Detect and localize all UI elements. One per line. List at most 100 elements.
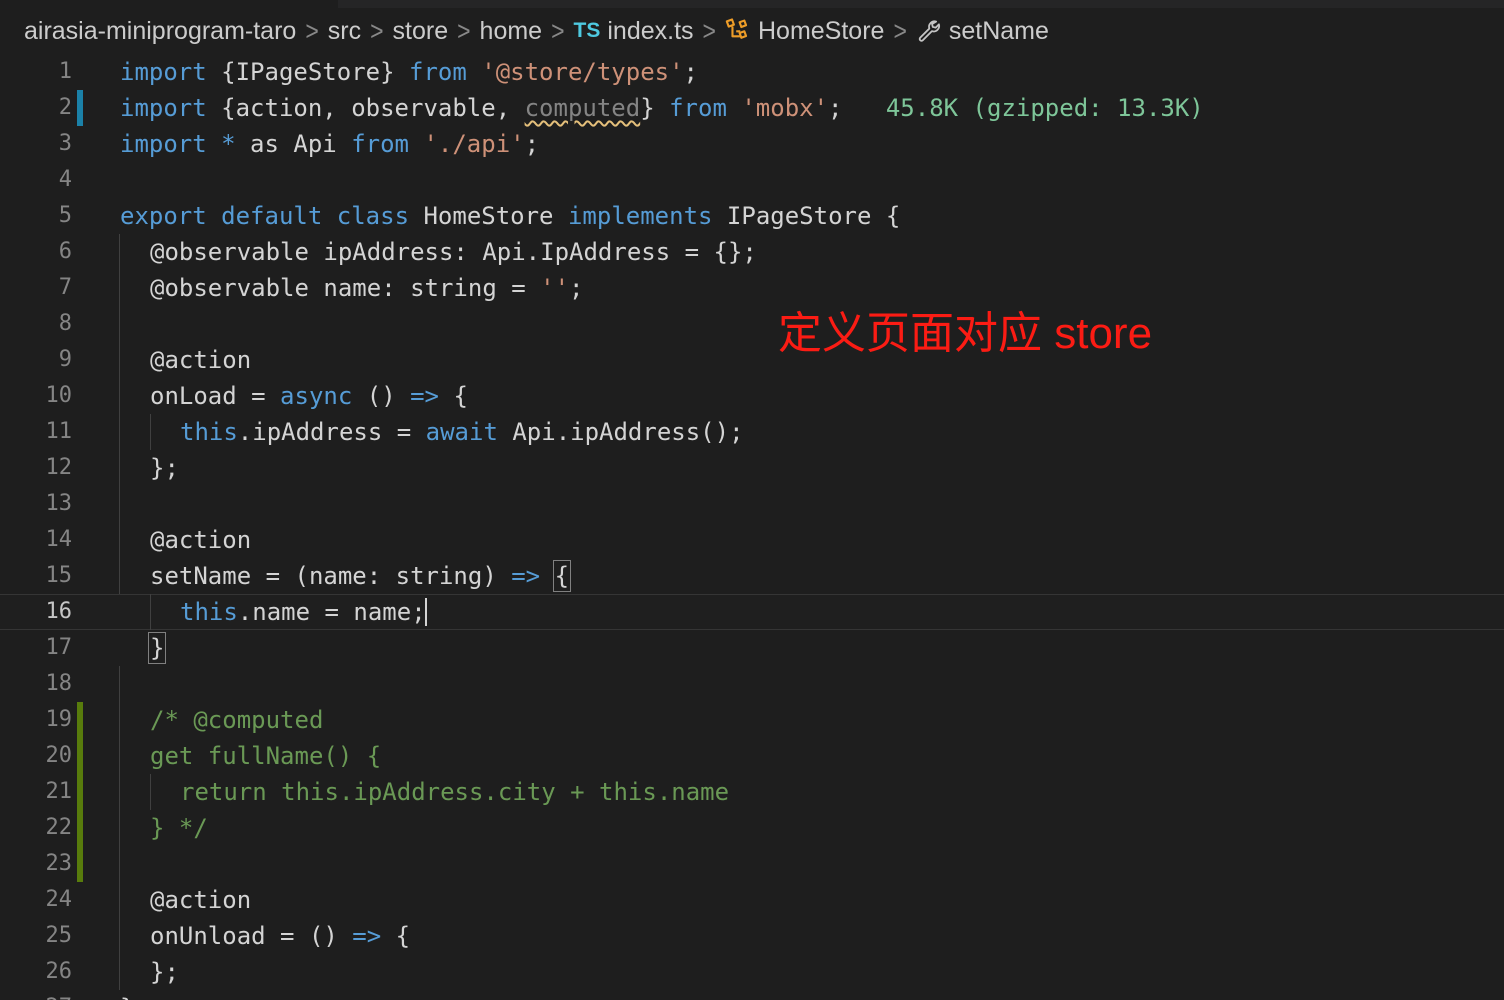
line-number: 25	[45, 923, 73, 948]
indent-guide	[150, 594, 151, 630]
code-line[interactable]: 14 @action	[0, 522, 1504, 558]
token-text: onLoad =	[150, 382, 281, 410]
token-operator: *	[221, 130, 236, 158]
indent-guide	[119, 738, 120, 774]
gutter-added-marker[interactable]	[77, 774, 83, 810]
indent-guide	[119, 522, 120, 558]
line-number: 10	[45, 383, 73, 408]
breadcrumb-item-home[interactable]: home	[480, 17, 543, 46]
token-arrow: =>	[352, 922, 382, 950]
line-content: @observable name: string = '';	[150, 270, 584, 306]
line-number: 27	[0, 990, 73, 1000]
gutter-added-marker[interactable]	[77, 846, 83, 882]
import-cost-annotation: 45.8K (gzipped: 13.3K)	[885, 94, 1204, 122]
line-content: import * as Api from './api';	[120, 126, 539, 162]
code-line[interactable]: 1 import {IPageStore} from '@store/types…	[0, 54, 1504, 90]
breadcrumb: airasia-miniprogram-taro > src > store >…	[0, 8, 1504, 54]
class-symbol-icon	[725, 18, 751, 44]
indent-guide	[119, 306, 120, 342]
code-line[interactable]: 3 import * as Api from './api';	[0, 126, 1504, 162]
line-number: 15	[45, 563, 73, 588]
indent-guide	[150, 414, 151, 450]
code-line[interactable]: 15 setName = (name: string) => {	[0, 558, 1504, 594]
code-line[interactable]: 17 }	[0, 630, 1504, 666]
code-line[interactable]: 19 /* @computed	[0, 702, 1504, 738]
line-number: 13	[45, 491, 73, 516]
code-line[interactable]: 11 this.ipAddress = await Api.ipAddress(…	[0, 414, 1504, 450]
code-line[interactable]: 13	[0, 486, 1504, 522]
token-arrow: =>	[410, 382, 439, 410]
code-line[interactable]: 18	[0, 666, 1504, 702]
code-line[interactable]: 7 @observable name: string = '';	[0, 270, 1504, 306]
breadcrumb-item-src[interactable]: src	[328, 17, 361, 46]
code-line[interactable]: 26 };	[0, 954, 1504, 990]
line-number: 4	[58, 167, 72, 192]
line-number: 6	[58, 239, 72, 264]
code-line[interactable]: 21 return this.ipAddress.city + this.nam…	[0, 774, 1504, 810]
token-text: HomeStore	[409, 202, 568, 230]
breadcrumb-separator: >	[893, 15, 907, 46]
breadcrumb-separator: >	[702, 15, 716, 46]
breadcrumb-item-method[interactable]: setName	[916, 17, 1049, 46]
code-line-active[interactable]: 16 this.name = name;	[0, 594, 1504, 630]
code-line[interactable]: 27 }	[0, 990, 1504, 1000]
editor-tab-bar	[0, 0, 1504, 8]
token-text: .name = name;	[237, 598, 426, 626]
breadcrumb-label-project: airasia-miniprogram-taro	[24, 16, 297, 45]
breadcrumb-item-class[interactable]: HomeStore	[725, 17, 884, 46]
code-line[interactable]: 2 import {action, observable, computed} …	[0, 90, 1504, 126]
indent-guide	[119, 450, 120, 486]
gutter-modified-marker[interactable]	[77, 90, 83, 126]
code-line[interactable]: 25 onUnload = () => {	[0, 918, 1504, 954]
indent-guide	[119, 558, 120, 594]
code-line[interactable]: 5 export default class HomeStore impleme…	[0, 198, 1504, 234]
token-keyword: from	[669, 94, 727, 122]
line-number: 3	[58, 131, 72, 156]
indent-guide	[119, 666, 120, 702]
code-line[interactable]: 4	[0, 162, 1504, 198]
code-line[interactable]: 10 onLoad = async () => {	[0, 378, 1504, 414]
indent-guide	[119, 342, 120, 378]
token-keyword: import	[120, 94, 207, 122]
gutter-added-marker[interactable]	[77, 702, 83, 738]
token-text: {IPageStore}	[206, 58, 409, 86]
active-editor-tab[interactable]	[0, 0, 338, 8]
gutter-added-marker[interactable]	[77, 810, 83, 846]
breadcrumb-label-src: src	[327, 16, 362, 45]
code-line[interactable]: 6 @observable ipAddress: Api.IpAddress =…	[0, 234, 1504, 270]
code-line[interactable]: 8	[0, 306, 1504, 342]
code-line[interactable]: 20 get fullName() {	[0, 738, 1504, 774]
token-text: setName = (name: string)	[150, 562, 512, 590]
indent-guide	[119, 810, 120, 846]
code-line[interactable]: 22 } */	[0, 810, 1504, 846]
line-number: 8	[58, 311, 72, 336]
code-line[interactable]: 12 };	[0, 450, 1504, 486]
token-text: ;	[524, 130, 540, 158]
breadcrumb-item-project[interactable]: airasia-miniprogram-taro	[24, 17, 296, 46]
line-content-comment: /* @computed	[150, 706, 324, 734]
gutter-added-marker[interactable]	[77, 738, 83, 774]
code-line[interactable]: 9 @action	[0, 342, 1504, 378]
line-content-comment: get fullName() {	[150, 742, 382, 770]
breadcrumb-label-store: store	[392, 16, 449, 45]
token-string: '@store/types'	[481, 58, 684, 86]
token-text: {action, observable,	[206, 94, 525, 122]
token-unused-computed: computed	[524, 94, 641, 122]
breadcrumb-item-store[interactable]: store	[393, 17, 449, 46]
line-number: 26	[45, 959, 73, 984]
code-line[interactable]: 23	[0, 846, 1504, 882]
breadcrumb-separator: >	[457, 15, 471, 46]
token-keyword-await: await	[425, 418, 498, 446]
breadcrumb-item-file[interactable]: TS index.ts	[574, 17, 694, 46]
code-editor[interactable]: 1 import {IPageStore} from '@store/types…	[0, 54, 1504, 1000]
vscode-editor-window: airasia-miniprogram-taro > src > store >…	[0, 0, 1504, 1000]
token-keyword: import	[120, 58, 207, 86]
red-annotation-text: 定义页面对应 store	[778, 309, 1153, 358]
indent-guide	[119, 234, 120, 270]
code-line[interactable]: 24 @action	[0, 882, 1504, 918]
breadcrumb-label-file: index.ts	[607, 16, 694, 45]
token-text: IPageStore {	[712, 202, 901, 230]
line-number: 24	[45, 887, 73, 912]
breadcrumb-separator: >	[370, 15, 384, 46]
token-text: Api.ipAddress();	[497, 418, 744, 446]
